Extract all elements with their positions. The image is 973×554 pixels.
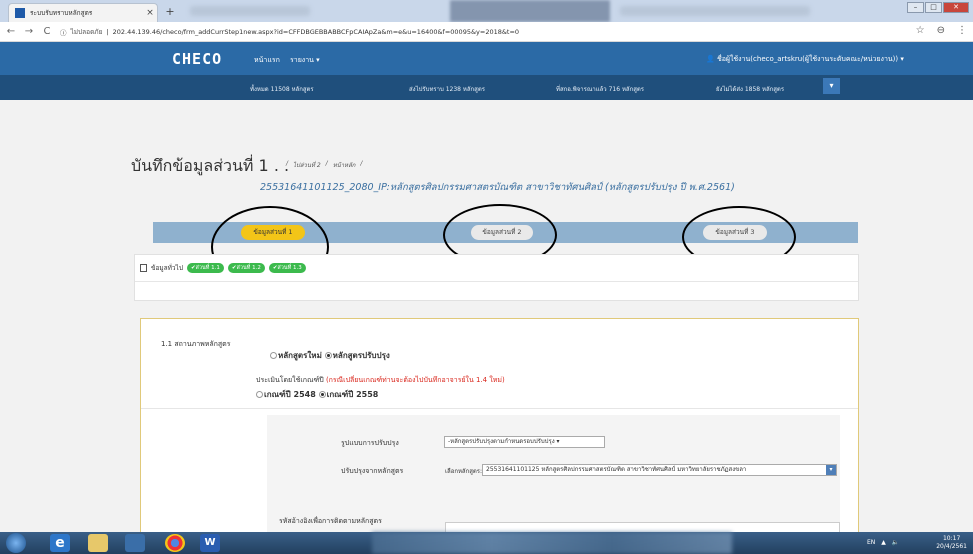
url-text[interactable]: 202.44.139.46/checo/frm_addCurrStep1new.… [113,28,519,36]
url-field[interactable]: ⓘ ไม่ปลอดภัย | 202.44.139.46/checo/frm_a… [60,27,519,37]
maximize-button[interactable]: □ [925,2,942,13]
breadcrumb: / ไปส่วนที่ 2 / หน้าหลัก / [286,160,362,170]
tray-expand-icon[interactable]: ▲ [881,539,886,546]
new-tab-button[interactable]: + [162,5,178,19]
info-icon[interactable]: ⓘ [60,27,67,37]
chrome-icon[interactable] [165,534,185,552]
bookmark-star-icon[interactable]: ☆ [916,25,925,36]
radio-label-2548: เกณฑ์ปี 2548 [264,390,316,399]
stat-submitted[interactable]: ส่งไปรับทราบ 1238 หลักสูตร [409,84,485,94]
general-info-label: ข้อมูลทั่วไป [151,264,183,272]
security-label: ไม่ปลอดภัย [70,27,103,36]
chevron-down-icon[interactable]: ▾ [823,78,840,94]
site-navbar: CHECO หน้าแรก รายงาน ▾ 👤 ชื่อผู้ใช้งาน(c… [0,42,973,75]
window-controls: – □ ✕ [907,2,969,13]
badge-part-1-1[interactable]: ✔ส่วนที่ 1.1 [186,263,224,273]
stats-bar: ทั้งหมด 11508 หลักสูตร ส่งไปรับทราบ 1238… [0,75,973,100]
clock-date: 20/4/2561 [936,543,967,550]
radio-revised-curriculum[interactable] [324,352,332,359]
document-icon [140,264,147,272]
volume-icon[interactable]: 🔈 [892,539,899,546]
minimize-button[interactable]: – [907,2,924,13]
curriculum-subtitle: 25531641101125_2080_IP:หลักสูตรศิลปกรรมศ… [260,182,735,193]
blurred-region [190,6,310,16]
start-button[interactable] [6,533,26,553]
reload-button[interactable]: C [40,26,54,37]
breadcrumb-home[interactable]: หน้าหลัก [333,160,356,170]
radio-new-curriculum[interactable] [270,352,277,359]
account-icon[interactable]: ⊖ [937,25,945,36]
breadcrumb-sep: / [286,160,289,167]
clock[interactable]: 10:17 20/4/2561 [936,535,967,551]
status-radio-group: หลักสูตรใหม่ หลักสูตรปรับปรุง [270,349,390,362]
word-icon[interactable]: W [200,534,220,552]
divider [141,408,858,409]
language-indicator[interactable]: EN [867,539,875,546]
eval-label: ประเมินโดยใช้เกณฑ์ปี [256,376,324,384]
combobox-value: 25531641101125 หลักสูตรศิลปกรรมศาสตรบัณฑ… [486,466,747,473]
divider [135,281,858,282]
badge-part-1-2[interactable]: ✔ส่วนที่ 1.2 [227,263,265,273]
improve-type-select[interactable]: -หลักสูตรปรับปรุงตามกำหนดรอบปรับปรุง ▾ [444,436,605,448]
page-title-text: บันทึกข้อมูลส่วนที่ 1 [131,156,269,175]
breadcrumb-goto-part2[interactable]: ไปส่วนที่ 2 [293,160,321,170]
nav-report-dropdown[interactable]: รายงาน ▾ [290,55,320,66]
blurred-region [450,0,610,22]
site-logo[interactable]: CHECO [172,50,222,68]
reference-code-label: รหัสอ้างอิงเพื่อการติดตามหลักสูตร [279,517,382,525]
stat-approved[interactable]: ที่สกอ.พิจารณาแล้ว 716 หลักสูตร [556,84,644,94]
divider: | [106,27,109,36]
close-window-button[interactable]: ✕ [943,2,969,13]
breadcrumb-sep: / [360,160,363,167]
media-player-icon[interactable] [125,534,145,552]
curriculum-combobox[interactable]: 25531641101125 หลักสูตรศิลปกรรมศาสตรบัณฑ… [482,464,837,476]
user-menu[interactable]: 👤 ชื่อผู้ใช้งาน(checo_artskru(ผู้ใช้งานร… [706,54,904,65]
browser-tab[interactable]: ระบบรับทราบหลักสูตร × [8,3,158,22]
address-bar: ← → C ⓘ ไม่ปลอดภัย | 202.44.139.46/checo… [0,22,973,42]
internet-explorer-icon[interactable]: e [50,534,70,552]
site-favicon-icon [15,8,25,18]
close-tab-icon[interactable]: × [143,8,157,18]
radio-year-2548[interactable] [256,391,263,398]
forward-button[interactable]: → [22,26,36,37]
clock-time: 10:17 [942,535,961,542]
eval-warning: (กรณีเปลี่ยนเกณฑ์ท่านจะต้องไปบันทึกอาจาร… [325,376,505,384]
breadcrumb-sep: / [325,160,328,167]
improvement-subform: รูปแบบการปรับปรุง -หลักสูตรปรับปรุงตามกำ… [267,415,840,533]
general-info-panel: ข้อมูลทั่วไป ✔ส่วนที่ 1.1 ✔ส่วนที่ 1.2 ✔… [134,254,859,301]
radio-label-2558: เกณฑ์ปี 2558 [326,390,379,399]
tab-title: ระบบรับทราบหลักสูตร [30,9,93,17]
file-explorer-icon[interactable] [88,534,108,552]
blurred-region [620,6,810,16]
improve-type-label: รูปแบบการปรับปรุง [341,439,399,447]
system-tray: EN ▲ 🔈 [867,539,899,546]
stat-not-sent[interactable]: ยังไม่ได้ส่ง 1858 หลักสูตร [716,84,784,94]
dropdown-arrow-icon[interactable]: ▾ [826,465,836,475]
evaluation-row: ประเมินโดยใช้เกณฑ์ปี (กรณีเปลี่ยนเกณฑ์ท่… [256,375,505,386]
page-title: บันทึกข้อมูลส่วนที่ 1 . . [131,154,289,179]
blurred-region [372,532,732,554]
nav-home[interactable]: หน้าแรก [254,55,280,66]
year-radio-group: เกณฑ์ปี 2548 เกณฑ์ปี 2558 [256,388,378,401]
select-curriculum-label: เลือกหลักสูตร: [445,468,483,475]
windows-taskbar: e W EN ▲ 🔈 10:17 20/4/2561 [0,532,973,554]
browser-menu-icon[interactable]: ⋮ [957,25,967,36]
improve-from-label: ปรับปรุงจากหลักสูตร [341,467,404,475]
back-button[interactable]: ← [4,26,18,37]
stat-total[interactable]: ทั้งหมด 11508 หลักสูตร [250,84,314,94]
radio-label-new: หลักสูตรใหม่ [278,351,322,360]
radio-label-revised: หลักสูตรปรับปรุง [332,351,390,360]
browser-tab-strip: ระบบรับทราบหลักสูตร × + – □ ✕ [0,0,973,22]
radio-year-2558[interactable] [318,391,326,398]
curriculum-status-form: 1.1 สถานภาพหลักสูตร หลักสูตรใหม่ หลักสูต… [140,318,859,533]
badge-part-1-3[interactable]: ✔ส่วนที่ 1.3 [268,263,306,273]
section-label: 1.1 สถานภาพหลักสูตร [161,340,231,348]
